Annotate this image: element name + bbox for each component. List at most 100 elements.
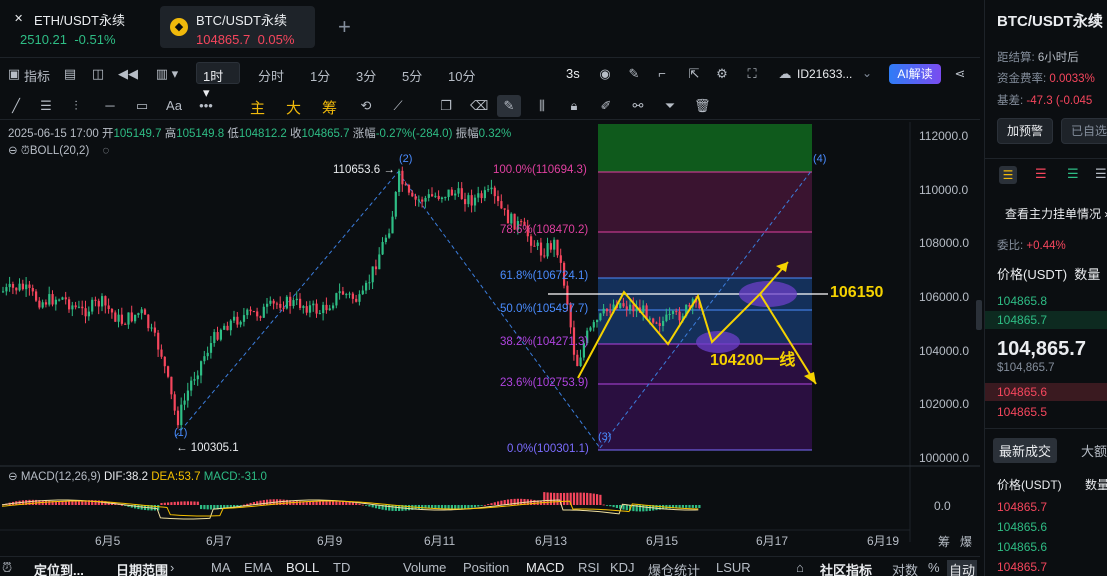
indicator-tab[interactable]: LSUR	[716, 560, 751, 575]
redo-icon[interactable]: ⟲	[358, 98, 374, 114]
calendar-icon[interactable]: ▤	[62, 66, 78, 82]
candle-body	[602, 308, 605, 314]
latest-trades-tab[interactable]: 最新成交	[993, 438, 1058, 463]
indicator-tab[interactable]: BOLL	[286, 560, 319, 575]
settings-icon[interactable]: ⚙	[714, 66, 730, 82]
lock-icon[interactable]: 🔒︎	[566, 98, 582, 114]
main-orders-link[interactable]: 查看主力挂单情况 ›	[1005, 205, 1107, 222]
share-icon[interactable]: ⋖	[952, 66, 968, 82]
close-icon[interactable]: ✕	[14, 12, 23, 25]
note-icon[interactable]: ✐	[598, 98, 614, 114]
more-tools-icon[interactable]: •••	[198, 98, 214, 114]
interval-option[interactable]: 10分	[448, 66, 475, 85]
indicator-button[interactable]: 指标	[24, 66, 50, 85]
macd-bar	[368, 505, 371, 507]
indicator-tab[interactable]: Position	[463, 560, 509, 575]
interval-option[interactable]: 1分	[310, 66, 330, 85]
collapse-icon[interactable]: ⊖	[8, 145, 18, 157]
locate-button[interactable]: 定位到...	[34, 560, 84, 576]
collapse-icon[interactable]: ⊖	[8, 471, 18, 483]
orderbook-both-icon[interactable]: ☰	[999, 166, 1017, 184]
funding-info: 资金费率: 0.0033%	[997, 70, 1095, 86]
link-icon[interactable]: ⚯	[630, 98, 646, 114]
trash-icon[interactable]: 🗑︎	[694, 98, 711, 114]
eraser-icon[interactable]: ⌫	[470, 98, 488, 114]
interval-option[interactable]: 分时	[258, 66, 284, 85]
line-tool-icon[interactable]: ╱	[8, 98, 24, 114]
crop-icon[interactable]: ⌐	[654, 66, 670, 82]
community-indicator-button[interactable]: 社区指标	[820, 560, 872, 576]
pen-icon[interactable]: ✎	[626, 66, 642, 82]
explode-side-label[interactable]: 爆	[960, 533, 972, 550]
add-tab-button[interactable]: +	[338, 14, 351, 40]
fib-label-618: 61.8%(106724.1)	[500, 270, 588, 282]
orderbook-bids-icon[interactable]: ☰	[1067, 166, 1079, 182]
ruler-icon[interactable]: ⫼	[534, 98, 550, 114]
chevron-right-icon[interactable]: ›	[170, 560, 174, 575]
interval-option[interactable]: 3分	[356, 66, 376, 85]
layout-icon[interactable]: ◫	[90, 66, 106, 82]
account-select[interactable]: ID21633...	[797, 67, 852, 81]
indicator-tab[interactable]: MACD	[526, 560, 564, 575]
big-order-button[interactable]: 大	[286, 97, 301, 118]
date-range-button[interactable]: 日期范围	[116, 560, 168, 576]
indicator-tab[interactable]: EMA	[244, 560, 272, 575]
macd-bar	[71, 501, 74, 505]
filter-icon[interactable]: ⏷	[662, 98, 678, 114]
macd-bar	[579, 492, 582, 505]
export-icon[interactable]: ⇱	[686, 66, 702, 82]
panel-resize-handle[interactable]	[976, 300, 982, 330]
replay-icon[interactable]: ◀◀	[118, 66, 138, 82]
candle-body	[394, 191, 397, 217]
hline-tool-icon[interactable]: ─	[102, 98, 118, 114]
measure-icon[interactable]: ⟋	[390, 98, 406, 114]
ask-price[interactable]: 104865.7	[997, 313, 1047, 327]
indicator-tab[interactable]: TD	[333, 560, 350, 575]
channel-tool-icon[interactable]: ⫶	[68, 98, 84, 114]
copy-icon[interactable]: ❐	[438, 98, 454, 114]
indicator-tab[interactable]: Volume	[403, 560, 446, 575]
boll-indicator[interactable]: ⊖ ⏰︎BOLL(20,2) ◌	[8, 143, 109, 158]
chip-button[interactable]: 筹	[322, 97, 337, 118]
eye-icon[interactable]: ◌	[102, 145, 109, 157]
ai-analysis-button[interactable]: AI解读	[889, 64, 941, 84]
indicator-tab[interactable]: 爆仓统计	[648, 560, 700, 576]
candle-body	[48, 294, 51, 305]
interval-select[interactable]: 1时 ▾	[196, 62, 240, 100]
bid-price[interactable]: 104865.5	[997, 405, 1047, 419]
hlines-tool-icon[interactable]: ☰	[38, 98, 54, 114]
interval-option[interactable]: 5分	[402, 66, 422, 85]
orderbook-more-icon[interactable]: ☰	[1095, 166, 1107, 182]
text-tool-icon[interactable]: Aa	[166, 98, 182, 114]
percent-scale-toggle[interactable]: %	[928, 560, 940, 575]
tab-btc[interactable]: ◆ BTC/USDT永续 104865.7 0.05%	[160, 6, 315, 48]
indicator-tab[interactable]: RSI	[578, 560, 600, 575]
panel-title: BTC/USDT永续	[997, 13, 1103, 30]
macd-bar	[176, 501, 180, 505]
add-alert-button[interactable]: 加预警	[997, 118, 1053, 144]
rect-tool-icon[interactable]: ▭	[134, 98, 150, 114]
watchlist-button[interactable]: 已自选	[1061, 118, 1107, 144]
auto-scale-toggle[interactable]: 自动	[947, 560, 978, 576]
chevron-down-icon[interactable]: ⌄	[862, 66, 872, 80]
camera-icon[interactable]: ◉	[597, 66, 613, 82]
indicator-bar: ⏰︎ 定位到... 日期范围 › MA EMA BOLL TD Volume P…	[0, 556, 980, 576]
orderbook-asks-icon[interactable]: ☰	[1035, 166, 1047, 182]
fullscreen-icon[interactable]: ⛶	[744, 66, 760, 82]
candle-body	[556, 239, 559, 256]
log-scale-toggle[interactable]: 对数	[892, 560, 918, 576]
alarm-icon[interactable]: ⏰︎	[2, 560, 12, 576]
bid-price[interactable]: 104865.6	[997, 385, 1047, 399]
price-chart[interactable]: 2025-06-15 17:00 开105149.7 高105149.8 低10…	[0, 122, 980, 549]
annotation-106150: 106150	[830, 284, 884, 301]
indicator-tab[interactable]: MA	[211, 560, 231, 575]
chart-type-icon[interactable]: ▥ ▾	[152, 66, 182, 82]
chip-side-label[interactable]: 筹	[938, 533, 950, 550]
ask-price[interactable]: 104865.8	[997, 294, 1047, 308]
indicator-tab[interactable]: KDJ	[610, 560, 635, 575]
large-trades-tab[interactable]: 大额	[1081, 441, 1107, 460]
main-force-button[interactable]: 主	[250, 97, 265, 118]
refresh-rate[interactable]: 3s	[566, 66, 580, 81]
macd-indicator[interactable]: ⊖ MACD(12,26,9) DIF:38.2 DEA:53.7 MACD:-…	[8, 469, 267, 483]
tab-eth[interactable]: ✕ ETH/USDT永续 2510.21 -0.51%	[6, 6, 156, 48]
